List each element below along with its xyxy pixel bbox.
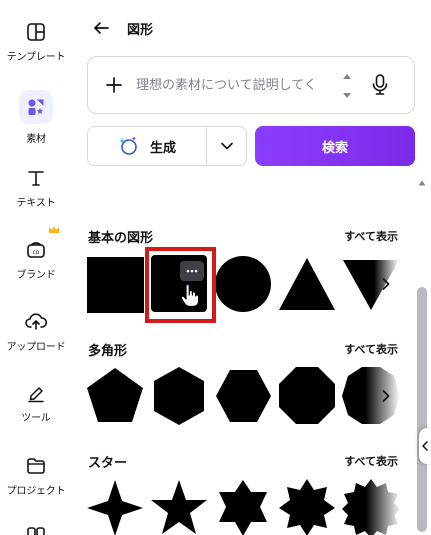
elements-panel: 図形 生成 検索 基本の図形 すべて表示 多角形 すべ <box>72 0 431 535</box>
shape-star-6[interactable] <box>214 478 274 535</box>
section-title: 基本の図形 <box>88 230 154 246</box>
panel-header: 図形 <box>89 16 153 40</box>
folder-icon <box>27 458 45 474</box>
scroll-right-button[interactable] <box>372 270 400 298</box>
shape-star-8[interactable] <box>278 478 338 535</box>
see-all-link[interactable]: すべて表示 <box>344 341 398 357</box>
rail-item-projects[interactable]: プロジェクト <box>0 456 72 497</box>
rail-item-templates[interactable]: テンプレート <box>0 22 72 63</box>
rail-label-projects: プロジェクト <box>6 486 66 497</box>
rail-item-brand[interactable]: co ブランド <box>0 240 72 281</box>
search-button[interactable]: 検索 <box>255 126 415 166</box>
scroll-up-icon[interactable] <box>418 180 426 186</box>
section-title: 多角形 <box>88 343 128 359</box>
shape-hexagon[interactable] <box>150 366 210 426</box>
section-header-basic-shapes: 基本の図形 すべて表示 <box>88 227 398 246</box>
caret-down-icon <box>343 93 351 98</box>
brand-icon: co <box>27 242 45 258</box>
shape-star-12[interactable] <box>342 478 402 535</box>
generate-button[interactable]: 生成 <box>88 127 207 165</box>
rail-label-upload: アップロード <box>6 342 66 353</box>
rail-label-text: テキスト <box>16 198 56 209</box>
search-input[interactable] <box>136 77 336 93</box>
back-button[interactable] <box>89 16 113 40</box>
magic-sparkle-icon <box>119 136 137 155</box>
rail-label-tools: ツール <box>21 413 51 424</box>
rail-item-elements[interactable]: 素材 <box>0 90 72 145</box>
section-header-stars: スター すべて表示 <box>88 452 398 471</box>
draw-icon <box>28 387 44 403</box>
chevron-down-icon <box>220 142 233 150</box>
microphone-icon[interactable] <box>372 73 388 97</box>
caret-up-icon <box>343 74 351 79</box>
see-all-link[interactable]: すべて表示 <box>344 453 398 469</box>
shape-circle[interactable] <box>214 254 274 314</box>
rail-item-tools[interactable]: ツール <box>0 383 72 424</box>
scroll-right-button[interactable] <box>372 382 400 410</box>
upload-icon <box>25 313 47 330</box>
text-icon <box>28 171 44 186</box>
plus-icon[interactable] <box>106 77 122 93</box>
chevron-right-icon <box>382 278 390 290</box>
svg-text:co: co <box>33 249 40 256</box>
chevron-left-icon <box>422 441 428 451</box>
more-dots-icon <box>186 269 198 273</box>
generate-options-dropdown[interactable] <box>207 127 246 165</box>
shape-star-5[interactable] <box>150 478 210 535</box>
generate-label: 生成 <box>149 140 176 156</box>
see-all-link[interactable]: すべて表示 <box>344 228 398 244</box>
shape-square[interactable] <box>86 254 146 314</box>
section-title: スター <box>88 455 128 471</box>
shape-star-4[interactable] <box>86 478 146 535</box>
scroll-stepper[interactable] <box>340 73 354 99</box>
rail-label-elements: 素材 <box>26 134 46 145</box>
shape-pentagon[interactable] <box>86 366 146 426</box>
rail-item-upload[interactable]: アップロード <box>0 312 72 353</box>
hand-cursor-icon <box>180 284 200 308</box>
section-header-polygons: 多角形 すべて表示 <box>88 340 398 359</box>
shape-hexagon-flat[interactable] <box>214 366 274 426</box>
more-options-button[interactable] <box>180 261 204 281</box>
collapse-panel-button[interactable] <box>419 428 431 464</box>
page-title: 図形 <box>127 22 154 38</box>
chevron-right-icon <box>382 390 390 402</box>
generate-button-group: 生成 <box>87 126 247 166</box>
scrollbar-thumb[interactable] <box>417 287 427 532</box>
elements-icon <box>19 90 53 124</box>
side-rail: テンプレート 素材 テキスト co ブランド アップロード ツール プロジェクト <box>0 0 72 535</box>
search-box[interactable] <box>87 56 415 114</box>
rail-label-brand: ブランド <box>16 270 56 281</box>
rail-item-text[interactable]: テキスト <box>0 168 72 209</box>
template-icon <box>27 23 45 41</box>
rail-label-templates: テンプレート <box>6 52 66 63</box>
apps-icon[interactable] <box>26 526 46 535</box>
crown-icon <box>49 226 59 233</box>
shape-triangle[interactable] <box>278 254 338 314</box>
arrow-left-icon <box>94 22 109 34</box>
shape-octagon[interactable] <box>278 366 338 426</box>
